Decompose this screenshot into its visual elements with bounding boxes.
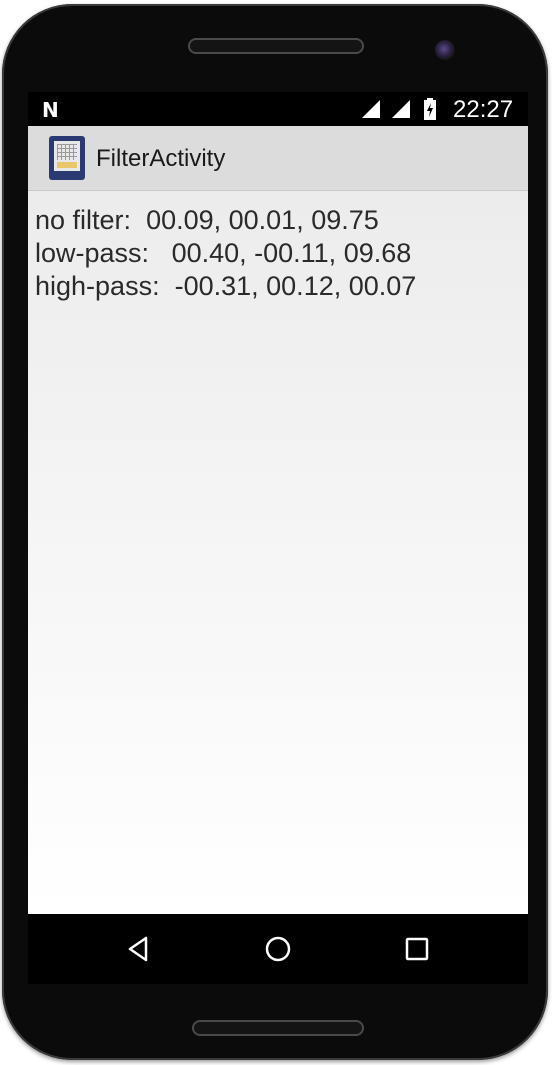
reading-no-filter: no filter: 00.09, 00.01, 09.75 bbox=[35, 204, 379, 237]
phone-frame: N 22:27 FilterActivity no filter: 00.09,… bbox=[2, 4, 548, 1060]
top-speaker bbox=[188, 38, 364, 54]
reading-label: no filter: bbox=[35, 205, 132, 235]
filter-app-icon bbox=[49, 136, 85, 180]
reading-values: 00.40, -00.11, 09.68 bbox=[171, 238, 412, 268]
home-circle-icon[interactable] bbox=[263, 934, 293, 964]
reading-low-pass: low-pass: 00.40, -00.11, 09.68 bbox=[35, 237, 411, 270]
reading-values: -00.31, 00.12, 00.07 bbox=[174, 271, 417, 301]
activity-title: FilterActivity bbox=[96, 145, 226, 172]
front-camera bbox=[435, 40, 455, 60]
content-area: no filter: 00.09, 00.01, 09.75 low-pass:… bbox=[28, 191, 528, 914]
status-bar: N 22:27 bbox=[28, 92, 528, 126]
wifi-signal-icon bbox=[362, 100, 380, 118]
recents-square-icon[interactable] bbox=[402, 934, 432, 964]
status-time: 22:27 bbox=[453, 96, 514, 123]
bottom-speaker bbox=[192, 1020, 364, 1036]
reading-label: high-pass: bbox=[35, 271, 160, 301]
back-triangle-icon[interactable] bbox=[125, 934, 155, 964]
navigation-bar bbox=[28, 914, 528, 984]
screen: N 22:27 FilterActivity no filter: 00.09,… bbox=[28, 92, 528, 984]
n-notification-icon: N bbox=[42, 98, 59, 122]
cell-signal-icon bbox=[392, 100, 410, 118]
action-bar: FilterActivity bbox=[28, 126, 528, 191]
battery-charging-icon bbox=[424, 98, 436, 120]
reading-label: low-pass: bbox=[35, 238, 150, 268]
reading-high-pass: high-pass: -00.31, 00.12, 00.07 bbox=[35, 270, 416, 303]
reading-values: 00.09, 00.01, 09.75 bbox=[146, 205, 379, 235]
